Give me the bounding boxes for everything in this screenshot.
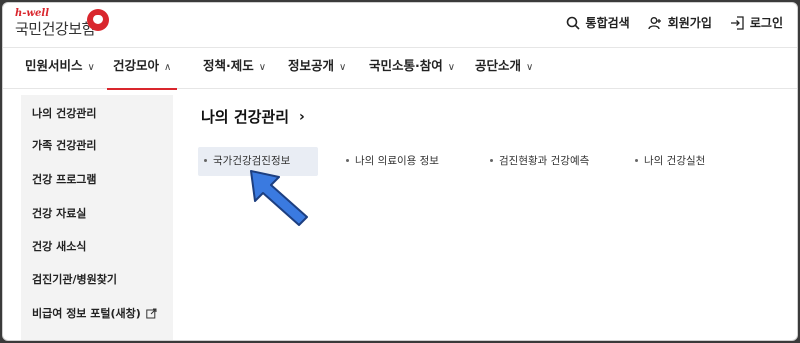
sidebar-item-find-hospital[interactable]: 검진기관/병원찾기 <box>32 271 117 287</box>
sidebar-item-health-news[interactable]: 건강 새소식 <box>32 238 86 254</box>
login-link-label: 로그인 <box>749 16 783 30</box>
link-medical-usage-info[interactable]: 나의 의료이용 정보 <box>346 153 439 168</box>
user-add-icon <box>648 16 661 29</box>
sidebar-item-health-library[interactable]: 건강 자료실 <box>32 205 86 221</box>
bullet-icon <box>346 159 349 162</box>
link-checkup-status-prediction[interactable]: 검진현황과 건강예측 <box>490 153 589 168</box>
gnb-item-communication[interactable]: 국민소통·참여 ∨ <box>369 48 455 88</box>
sidebar-item-label: 건강 자료실 <box>32 207 87 220</box>
signup-link-label: 회원가입 <box>667 16 712 30</box>
chevron-right-icon[interactable]: › <box>299 109 305 125</box>
sidebar-item-family-health[interactable]: 가족 건강관리 <box>32 137 97 153</box>
page-title-text: 나의 건강관리 <box>201 108 290 126</box>
site-header: h-well 국민건강보험 통합검색 회원가입 로그인 <box>3 3 797 48</box>
link-label: 검진현황과 건강예측 <box>499 155 590 167</box>
chevron-down-icon: ∨ <box>447 62 456 73</box>
chevron-up-icon: ∧ <box>164 62 172 73</box>
gnb-item-about[interactable]: 공단소개 ∨ <box>475 48 533 88</box>
logo-tagline: h-well <box>15 8 49 19</box>
chevron-down-icon: ∨ <box>526 62 534 73</box>
browser-frame: h-well 국민건강보험 통합검색 회원가입 로그인 민원서비스 ∨ 건강모아 ∧ <box>2 2 798 341</box>
gnb-item-disclosure[interactable]: 정보공개 ∨ <box>288 48 346 88</box>
sidebar-item-noncovered-portal[interactable]: 비급여 정보 포털(새창) <box>32 305 157 321</box>
link-label: 나의 의료이용 정보 <box>355 155 439 167</box>
heart-logo-icon <box>87 9 109 31</box>
global-nav: 민원서비스 ∨ 건강모아 ∧ 정책·제도 ∨ 정보공개 ∨ 국민소통·참여 ∨ 공단소개 ∨ <box>3 48 797 90</box>
sidebar-item-label: 건강 새소식 <box>32 240 87 253</box>
bullet-icon <box>490 159 493 162</box>
gnb-item-label: 건강모아 <box>113 58 160 73</box>
search-link-label: 통합검색 <box>585 16 630 30</box>
search-icon <box>566 16 580 30</box>
gnb-item-label: 민원서비스 <box>25 58 83 73</box>
login-icon <box>730 15 744 30</box>
gnb-item-label: 공단소개 <box>475 58 522 73</box>
chevron-down-icon: ∨ <box>87 62 95 73</box>
page-title: 나의 건강관리 › <box>201 106 305 127</box>
bullet-icon <box>635 159 638 162</box>
chevron-down-icon: ∨ <box>258 62 267 73</box>
utility-menu: 통합검색 회원가입 로그인 <box>566 14 783 31</box>
link-health-practice[interactable]: 나의 건강실천 <box>635 153 705 168</box>
external-link-icon <box>146 308 157 318</box>
pointer-arrow-icon <box>250 170 308 226</box>
bullet-icon <box>204 159 207 162</box>
chevron-down-icon: ∨ <box>339 62 347 73</box>
sidebar-item-label: 비급여 정보 포털(새창) <box>32 307 141 320</box>
site-logo[interactable]: h-well 국민건강보험 <box>15 8 109 39</box>
link-label: 국가건강검진정보 <box>213 155 291 167</box>
link-label: 나의 건강실천 <box>644 155 706 167</box>
sidebar-item-health-program[interactable]: 건강 프로그램 <box>32 171 97 187</box>
sidebar-item-my-health[interactable]: 나의 건강관리 <box>32 105 97 121</box>
login-link[interactable]: 로그인 <box>730 14 783 31</box>
gnb-item-policy[interactable]: 정책·제도 ∨ <box>203 48 266 88</box>
gnb-item-health[interactable]: 건강모아 ∧ <box>107 48 178 90</box>
sidebar-item-label: 나의 건강관리 <box>32 107 97 120</box>
sidebar: 나의 건강관리 가족 건강관리 건강 프로그램 건강 자료실 건강 새소식 검진… <box>21 95 173 340</box>
gnb-item-label: 정책·제도 <box>203 58 254 73</box>
gnb-item-label: 정보공개 <box>288 58 335 73</box>
gnb-item-label: 국민소통·참여 <box>369 58 443 73</box>
search-link[interactable]: 통합검색 <box>566 14 630 31</box>
sidebar-item-label: 건강 프로그램 <box>32 173 97 186</box>
logo-name: 국민건강보험 <box>15 20 95 38</box>
sidebar-item-label: 가족 건강관리 <box>32 139 97 152</box>
signup-link[interactable]: 회원가입 <box>648 14 712 31</box>
gnb-item-civil-service[interactable]: 민원서비스 ∨ <box>25 48 95 88</box>
sidebar-item-label: 검진기관/병원찾기 <box>32 273 117 286</box>
